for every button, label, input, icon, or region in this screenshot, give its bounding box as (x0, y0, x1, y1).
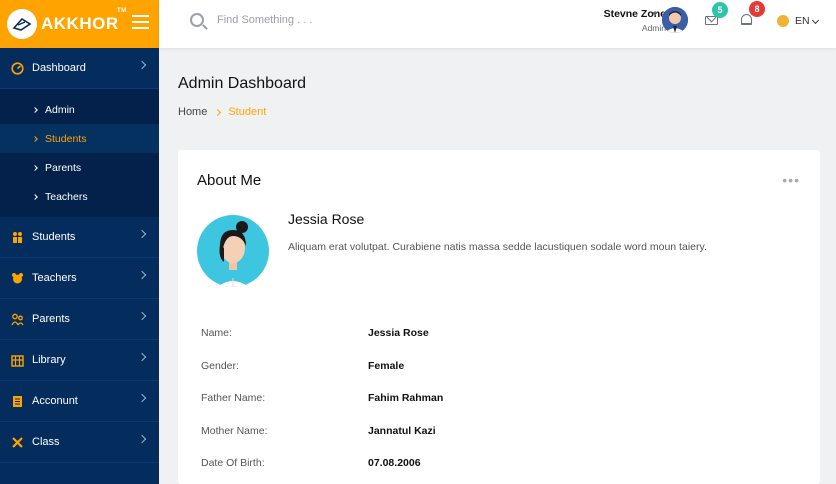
chevron-right-icon (137, 270, 147, 280)
chevron-down-icon[interactable] (811, 16, 820, 25)
chevron-right-icon (32, 135, 38, 142)
card-title: About Me (197, 172, 262, 189)
caret-down-icon[interactable] (652, 12, 658, 16)
messages-badge: 5 (712, 2, 728, 18)
logo-icon[interactable] (7, 9, 37, 39)
info-label: Father Name: (201, 392, 266, 404)
profile-avatar (196, 208, 270, 294)
sidebar-item-students[interactable]: Students (0, 217, 159, 258)
chevron-right-icon (137, 393, 147, 403)
info-label: Gender: (201, 360, 239, 372)
submenu-item-parents[interactable]: Parents (0, 153, 159, 182)
brand-bar: AKKHOR TM (0, 0, 159, 48)
search-input[interactable] (217, 14, 417, 26)
chevron-right-icon (32, 193, 38, 200)
info-value: 07.08.2006 (368, 457, 421, 469)
sidebar-item-account[interactable]: Acconunt (0, 381, 159, 422)
profile-bio: Aliquam erat volutpat. Curabiene natis m… (288, 241, 707, 253)
sidebar: Dashboard Admin Students Parents Teacher… (0, 48, 159, 484)
info-value: Fahim Rahman (368, 392, 444, 404)
info-label: Date Of Birth: (201, 457, 265, 469)
submenu-item-students[interactable]: Students (0, 124, 159, 153)
sidebar-item-parents[interactable]: Parents (0, 299, 159, 340)
dashboard-icon (10, 61, 24, 75)
submenu-item-admin[interactable]: Admin (0, 95, 159, 124)
page-title: Admin Dashboard (178, 75, 307, 92)
info-label: Mother Name: (201, 425, 268, 437)
chevron-right-icon (137, 60, 147, 70)
sidebar-item-label: Teachers (32, 272, 77, 284)
sidebar-submenu: Admin Students Parents Teachers (0, 89, 159, 217)
menu-toggle-icon[interactable] (132, 15, 149, 29)
class-icon (10, 435, 24, 449)
bell-icon[interactable] (741, 14, 752, 25)
sidebar-item-label: Acconunt (32, 395, 78, 407)
breadcrumb-current: Student (228, 106, 267, 118)
about-me-card: About Me ••• Jessia Rose Aliquam erat vo… (178, 150, 820, 484)
sidebar-item-class[interactable]: Class (0, 422, 159, 463)
info-value: Female (368, 360, 405, 372)
chevron-right-icon (137, 229, 147, 239)
top-header: Stevne Zone Admin 5 8 EN (159, 0, 836, 48)
alerts-badge: 8 (749, 1, 765, 17)
info-value: Jessia Rose (368, 327, 429, 339)
students-icon (10, 230, 24, 244)
info-label: Name: (201, 327, 232, 339)
chevron-right-icon (32, 106, 38, 113)
user-role: Admin (641, 23, 666, 33)
parents-icon (10, 312, 24, 326)
chevron-right-icon (137, 434, 147, 444)
globe-icon[interactable] (777, 15, 789, 27)
account-icon (10, 394, 24, 408)
submenu-item-teachers[interactable]: Teachers (0, 182, 159, 211)
search-icon[interactable] (190, 13, 204, 27)
teachers-icon (10, 271, 24, 285)
language-selector[interactable]: EN (795, 15, 810, 27)
profile-name: Jessia Rose (288, 211, 365, 227)
breadcrumb: Home Student (178, 106, 266, 118)
brand-name: AKKHOR TM (41, 8, 127, 33)
sidebar-item-label: Dashboard (32, 62, 86, 74)
avatar[interactable] (662, 7, 688, 33)
chevron-right-icon (214, 108, 222, 116)
info-value: Jannatul Kazi (368, 425, 436, 437)
sidebar-item-label: Library (32, 354, 66, 366)
more-options-icon[interactable]: ••• (782, 172, 800, 188)
sidebar-item-label: Students (32, 231, 76, 243)
sidebar-item-library[interactable]: Library (0, 340, 159, 381)
chevron-right-icon (32, 164, 38, 171)
chevron-right-icon (137, 311, 147, 321)
library-icon (10, 353, 24, 367)
sidebar-item-dashboard[interactable]: Dashboard (0, 48, 159, 89)
sidebar-item-teachers[interactable]: Teachers (0, 258, 159, 299)
sidebar-item-label: Class (32, 436, 60, 448)
sidebar-item-label: Parents (32, 313, 70, 325)
breadcrumb-home[interactable]: Home (178, 106, 207, 118)
chevron-right-icon (137, 352, 147, 362)
